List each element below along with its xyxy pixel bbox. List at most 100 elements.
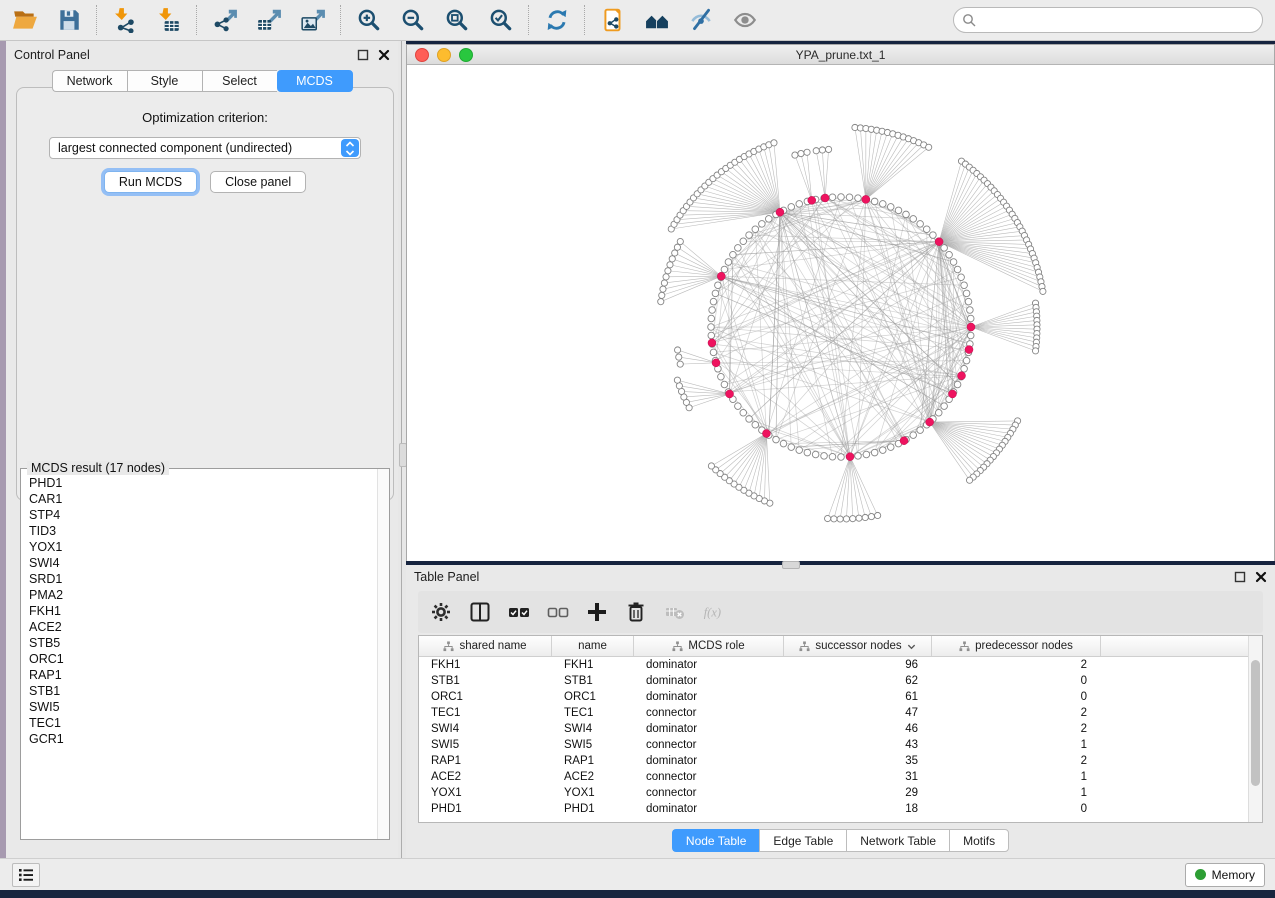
- mcds-result-list[interactable]: PHD1CAR1STP4TID3YOX1SWI4SRD1PMA2FKH1ACE2…: [22, 475, 377, 838]
- table-panel-titlebar: Table Panel: [406, 565, 1275, 589]
- network-canvas[interactable]: [407, 65, 1274, 561]
- node-table-rows: FKH1FKH1dominator962STB1STB1dominator620…: [419, 657, 1262, 817]
- list-icon: [18, 868, 34, 882]
- column-label: predecessor nodes: [975, 640, 1073, 652]
- tab-network[interactable]: Network: [52, 70, 127, 92]
- network-window: YPA_prune.txt_1: [406, 44, 1275, 561]
- table-scrollbar-thumb[interactable]: [1251, 660, 1260, 786]
- memory-status-icon: [1195, 869, 1206, 880]
- optimization-criterion-select[interactable]: largest connected component (undirected): [49, 137, 361, 159]
- table-row[interactable]: STB1STB1dominator620: [419, 673, 1262, 689]
- result-node: STB1: [29, 683, 377, 699]
- zoom-selected-button[interactable]: [484, 3, 518, 37]
- zoom-out-button[interactable]: [396, 3, 430, 37]
- table-cell: dominator: [634, 755, 784, 767]
- result-node: GCR1: [29, 731, 377, 747]
- table-cell: PHD1: [419, 803, 552, 815]
- vertical-splitter[interactable]: [398, 41, 406, 858]
- result-node: SRD1: [29, 571, 377, 587]
- export-image-button[interactable]: [296, 3, 330, 37]
- float-panel-icon[interactable]: [357, 49, 369, 61]
- table-cell: SWI5: [552, 739, 634, 751]
- tab-network-table[interactable]: Network Table: [846, 829, 949, 852]
- column-type-icon: [443, 641, 454, 652]
- column-type-icon: [672, 641, 683, 652]
- run-mcds-button[interactable]: Run MCDS: [104, 171, 197, 193]
- import-table-button[interactable]: [152, 3, 186, 37]
- delete-table-icon: [664, 601, 686, 623]
- tab-style[interactable]: Style: [127, 70, 202, 92]
- tab-motifs[interactable]: Motifs: [949, 829, 1009, 852]
- result-node: PMA2: [29, 587, 377, 603]
- result-scrollbar[interactable]: [377, 469, 389, 839]
- table-row[interactable]: TEC1TEC1connector472: [419, 705, 1262, 721]
- table-scrollbar[interactable]: [1248, 636, 1262, 822]
- tab-node-table[interactable]: Node Table: [672, 829, 760, 852]
- svg-text:f(x): f(x): [704, 605, 721, 619]
- table-row[interactable]: ACE2ACE2connector311: [419, 769, 1262, 785]
- table-cell: 0: [932, 691, 1101, 703]
- column-label: name: [578, 640, 607, 652]
- column-header-successor-nodes[interactable]: successor nodes: [784, 636, 932, 656]
- table-row[interactable]: SWI4SWI4dominator462: [419, 721, 1262, 737]
- node-table-header: shared name name MCDS rolesuccessor nodes p…: [419, 636, 1262, 657]
- tab-edge-table[interactable]: Edge Table: [759, 829, 846, 852]
- zoom-in-button[interactable]: [352, 3, 386, 37]
- table-cell: connector: [634, 707, 784, 719]
- export-network-button[interactable]: [208, 3, 242, 37]
- refresh-layout-button[interactable]: [540, 3, 574, 37]
- delete-column-icon[interactable]: [625, 601, 647, 623]
- table-cell: 61: [784, 691, 932, 703]
- table-cell: 31: [784, 771, 932, 783]
- deselect-all-icon[interactable]: [547, 601, 569, 623]
- eye-button[interactable]: [728, 3, 762, 37]
- table-cell: 1: [932, 771, 1101, 783]
- column-header-MCDS-role[interactable]: MCDS role: [634, 636, 784, 656]
- add-column-icon[interactable]: [586, 601, 608, 623]
- table-cell: SWI5: [419, 739, 552, 751]
- table-row[interactable]: ORC1ORC1dominator610: [419, 689, 1262, 705]
- table-row[interactable]: RAP1RAP1dominator352: [419, 753, 1262, 769]
- export-image-icon: [300, 7, 326, 33]
- table-cell: dominator: [634, 675, 784, 687]
- split-table-icon[interactable]: [469, 601, 491, 623]
- table-row[interactable]: PHD1PHD1dominator180: [419, 801, 1262, 817]
- import-network-button[interactable]: [108, 3, 142, 37]
- select-all-icon[interactable]: [508, 601, 530, 623]
- network-home-button[interactable]: [640, 3, 674, 37]
- column-header-predecessor-nodes[interactable]: predecessor nodes: [932, 636, 1101, 656]
- task-history-button[interactable]: [12, 863, 40, 887]
- result-node: PHD1: [29, 475, 377, 491]
- open-session-button[interactable]: [8, 3, 42, 37]
- horizontal-splitter-handle[interactable]: [782, 561, 800, 569]
- network-graph[interactable]: [407, 65, 1274, 561]
- column-header-shared-name[interactable]: shared name: [419, 636, 552, 656]
- share-document-icon: [600, 7, 626, 33]
- zoom-fit-button[interactable]: [440, 3, 474, 37]
- close-panel-icon[interactable]: [1255, 571, 1267, 583]
- export-table-button[interactable]: [252, 3, 286, 37]
- search-input[interactable]: [982, 12, 1254, 28]
- close-panel-button[interactable]: Close panel: [210, 171, 306, 193]
- result-node: ORC1: [29, 651, 377, 667]
- table-row[interactable]: YOX1YOX1connector291: [419, 785, 1262, 801]
- save-session-button[interactable]: [52, 3, 86, 37]
- visibility-off-button[interactable]: [684, 3, 718, 37]
- tab-mcds[interactable]: MCDS: [277, 70, 353, 92]
- table-cell: 43: [784, 739, 932, 751]
- table-cell: ORC1: [552, 691, 634, 703]
- share-document-button[interactable]: [596, 3, 630, 37]
- apps-group: [596, 3, 762, 37]
- settings-gear-icon[interactable]: [430, 601, 452, 623]
- control-panel: Control Panel NetworkStyleSelectMCDS Opt…: [6, 41, 398, 858]
- column-header-name[interactable]: name: [552, 636, 634, 656]
- tab-select[interactable]: Select: [202, 70, 277, 92]
- table-row[interactable]: FKH1FKH1dominator962: [419, 657, 1262, 673]
- memory-button[interactable]: Memory: [1185, 863, 1265, 887]
- float-panel-icon[interactable]: [1234, 571, 1246, 583]
- visibility-off-icon: [688, 7, 714, 33]
- table-row[interactable]: SWI5SWI5connector431: [419, 737, 1262, 753]
- result-node: ACE2: [29, 619, 377, 635]
- close-panel-icon[interactable]: [378, 49, 390, 61]
- export-group: [208, 3, 330, 37]
